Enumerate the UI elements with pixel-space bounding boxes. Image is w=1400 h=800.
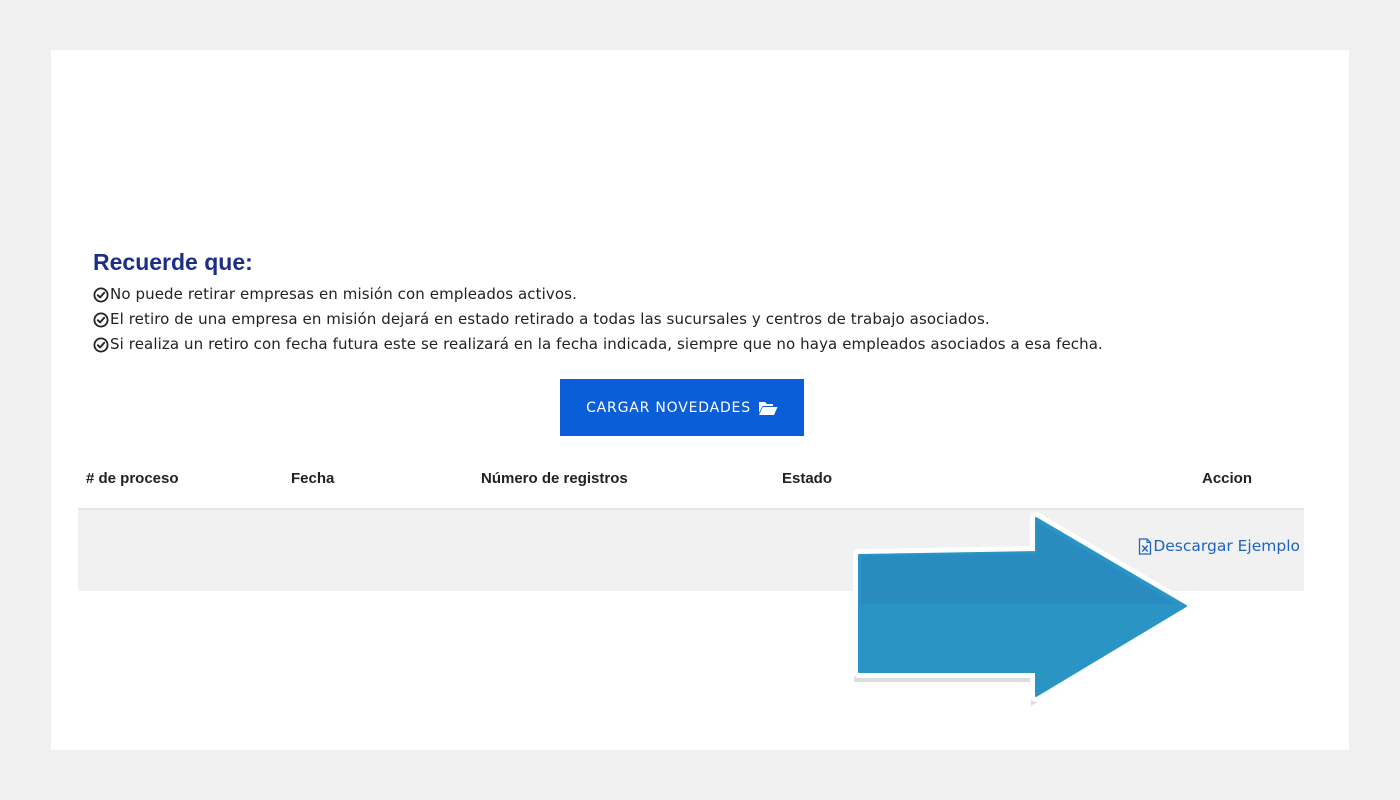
column-header-accion: Accion (1201, 470, 1252, 487)
notice-title: Recuerde que: (93, 249, 253, 275)
notice-item-text: No puede retirar empresas en misión con … (110, 285, 577, 303)
notice-item: Si realiza un retiro con fecha futura es… (93, 332, 1103, 357)
pointer-arrow-icon (853, 512, 1192, 706)
check-circle-icon (93, 287, 109, 303)
notice-section: Recuerde que: No puede retirar empresas … (93, 248, 1103, 357)
column-header-registros: Número de registros (481, 470, 628, 487)
notice-item: No puede retirar empresas en misión con … (93, 282, 1103, 307)
notice-item-text: El retiro de una empresa en misión dejar… (110, 310, 990, 328)
folder-open-icon (758, 400, 778, 416)
column-header-proceso: # de proceso (86, 470, 179, 487)
cargar-novedades-button[interactable]: CARGAR NOVEDADES (560, 379, 804, 436)
notice-list: No puede retirar empresas en misión con … (93, 282, 1103, 357)
check-circle-icon (93, 337, 109, 353)
notice-item-text: Si realiza un retiro con fecha futura es… (110, 335, 1103, 353)
main-panel: Recuerde que: No puede retirar empresas … (51, 50, 1349, 750)
check-circle-icon (93, 312, 109, 328)
cargar-novedades-label: CARGAR NOVEDADES (586, 399, 751, 416)
notice-item: El retiro de una empresa en misión dejar… (93, 307, 1103, 332)
column-header-estado: Estado (782, 470, 833, 487)
column-header-fecha: Fecha (291, 470, 335, 487)
